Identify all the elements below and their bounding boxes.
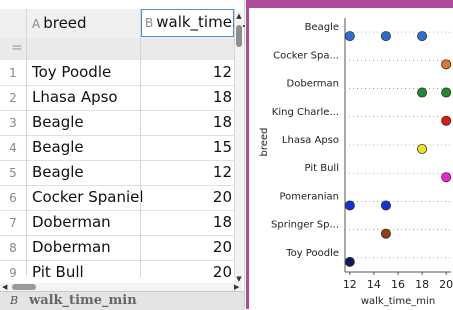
horizontal-scrollbar[interactable]: ◀ ▶ [2, 283, 242, 291]
y-tick-label: Cocker Spa... [273, 50, 339, 61]
cell-breed[interactable]: Toy Poodle [32, 63, 111, 81]
data-point[interactable] [417, 143, 428, 154]
data-point[interactable] [417, 31, 428, 42]
data-rows: 1 Toy Poodle 12 2 Lhasa Apso 18 3 Beagle 18 4 Beag… [0, 61, 234, 286]
table-row[interactable]: 4 Beagle 15 [0, 136, 234, 161]
vertical-scrollbar[interactable]: ▲ ▼ [235, 11, 243, 284]
formula-row[interactable]: = [0, 38, 234, 60]
cell-breed[interactable]: Lhasa Apso [32, 88, 118, 106]
column-divider [26, 9, 27, 277]
data-point[interactable] [441, 172, 452, 183]
column-name-walk-time: walk_time... [156, 13, 247, 31]
cell-walk-time[interactable]: 15 [141, 138, 232, 156]
y-tick-label: Pit Bull [305, 163, 339, 174]
column-divider [140, 9, 141, 277]
scroll-left-arrow-icon[interactable]: ◀ [2, 283, 7, 291]
x-tick-label: 12 [343, 278, 357, 291]
x-tick-label: 16 [391, 278, 405, 291]
scroll-down-arrow-icon[interactable]: ▼ [235, 275, 243, 283]
cell-walk-time[interactable]: 20 [141, 188, 232, 206]
data-point[interactable] [441, 115, 452, 126]
cell-walk-time[interactable]: 20 [141, 238, 232, 256]
cell-walk-time[interactable]: 18 [141, 213, 232, 231]
dot-plot-pane[interactable]: Beagle Cocker Spa... Doberman King Charle..… [246, 0, 453, 309]
row-index: 9 [9, 266, 17, 280]
data-point[interactable] [441, 87, 452, 98]
y-tick-label: Springer Sp... [271, 220, 339, 231]
table-row[interactable]: 7 Doberman 18 [0, 211, 234, 236]
cell-breed[interactable]: Beagle [32, 163, 84, 181]
data-point[interactable] [344, 256, 355, 267]
horizontal-scroll-thumb[interactable] [12, 284, 36, 290]
table-row[interactable]: 3 Beagle 18 [0, 111, 234, 136]
cell-walk-time[interactable]: 12 [141, 63, 232, 81]
column-header-breed[interactable]: Abreed [26, 9, 140, 37]
x-axis-label: walk_time_min [361, 296, 435, 307]
column-letter-a: A [32, 17, 41, 31]
x-tick-label: 14 [367, 278, 381, 291]
cell-walk-time[interactable]: 18 [141, 113, 232, 131]
cell-walk-time[interactable]: 18 [141, 88, 232, 106]
data-point[interactable] [380, 200, 391, 211]
y-tick-label: King Charle... [272, 107, 339, 118]
cell-breed[interactable]: Beagle [32, 138, 84, 156]
column-name-breed: breed [43, 14, 87, 32]
data-point[interactable] [344, 200, 355, 211]
x-tick-label: 18 [415, 278, 429, 291]
y-tick-label: Toy Poodle [285, 248, 339, 259]
row-index: 4 [9, 141, 17, 155]
y-tick-label: Lhasa Apso [282, 135, 339, 146]
row-index: 7 [9, 216, 17, 230]
column-letter-b: B [145, 16, 154, 30]
vertical-scroll-thumb[interactable] [236, 25, 242, 47]
cell-walk-time[interactable]: 12 [141, 163, 232, 181]
y-tick-label: Pomeranian [279, 191, 339, 202]
row-index: 8 [9, 241, 17, 255]
row-index: 1 [9, 66, 17, 80]
cell-breed[interactable]: Doberman [32, 238, 111, 256]
y-tick-label: Beagle [305, 22, 339, 33]
y-tick-label: Doberman [287, 79, 339, 90]
dot-plot[interactable]: Beagle Cocker Spa... Doberman King Charle..… [249, 0, 453, 309]
scroll-up-arrow-icon[interactable]: ▲ [235, 12, 243, 20]
row-index: 3 [9, 116, 17, 130]
data-point[interactable] [380, 228, 391, 239]
cell-breed[interactable]: Pit Bull [32, 263, 84, 281]
row-index: 5 [9, 166, 17, 180]
data-point[interactable] [417, 87, 428, 98]
app-window: Abreed Bwalk_time... = 1 Toy Poodle 12 2 Lha… [0, 0, 453, 310]
column-header-walk-time[interactable]: Bwalk_time... [141, 9, 246, 37]
table-row[interactable]: 6 Cocker Spaniel 20 [0, 186, 234, 211]
data-point[interactable] [344, 31, 355, 42]
formula-bar-cell-ref: B [10, 294, 19, 307]
table-row[interactable]: 1 Toy Poodle 12 [0, 61, 234, 86]
x-tick-label: 20 [439, 278, 453, 291]
formula-bar-cell-name: walk_time_min [29, 293, 137, 308]
data-point[interactable] [441, 59, 452, 70]
cell-breed[interactable]: Cocker Spaniel [32, 188, 144, 206]
cell-walk-time[interactable]: 20 [141, 263, 232, 281]
y-axis-label: breed [259, 128, 270, 157]
cell-breed[interactable]: Beagle [32, 113, 84, 131]
table-row[interactable]: 5 Beagle 12 [0, 161, 234, 186]
table-row[interactable]: 2 Lhasa Apso 18 [0, 86, 234, 111]
data-point[interactable] [380, 31, 391, 42]
scroll-right-arrow-icon[interactable]: ▶ [234, 283, 239, 291]
spreadsheet-pane: Abreed Bwalk_time... = 1 Toy Poodle 12 2 Lha… [0, 0, 246, 310]
formula-row-symbol: = [11, 40, 23, 56]
formula-bar[interactable]: B walk_time_min [0, 291, 244, 310]
row-index: 6 [9, 191, 17, 205]
cell-breed[interactable]: Doberman [32, 213, 111, 231]
table-row[interactable]: 8 Doberman 20 [0, 236, 234, 261]
row-index: 2 [9, 91, 17, 105]
